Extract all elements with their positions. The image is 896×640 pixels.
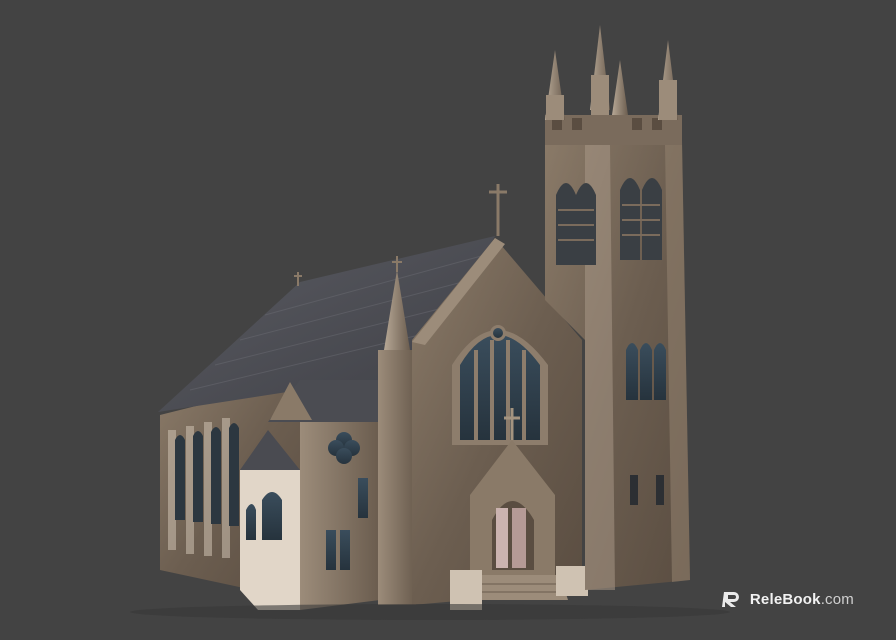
render-viewport: ReleBook.com <box>0 0 896 640</box>
ground-shadow <box>130 604 730 620</box>
rose-window <box>460 335 540 440</box>
door-left <box>496 508 508 568</box>
watermark-brand: ReleBook <box>749 590 821 608</box>
watermark: ReleBook.com <box>721 590 854 608</box>
church-render <box>130 25 730 620</box>
relebook-r-icon <box>721 592 739 607</box>
entrance-steps <box>472 575 568 600</box>
watermark-domain: .com <box>820 590 854 608</box>
door-right <box>512 508 526 568</box>
